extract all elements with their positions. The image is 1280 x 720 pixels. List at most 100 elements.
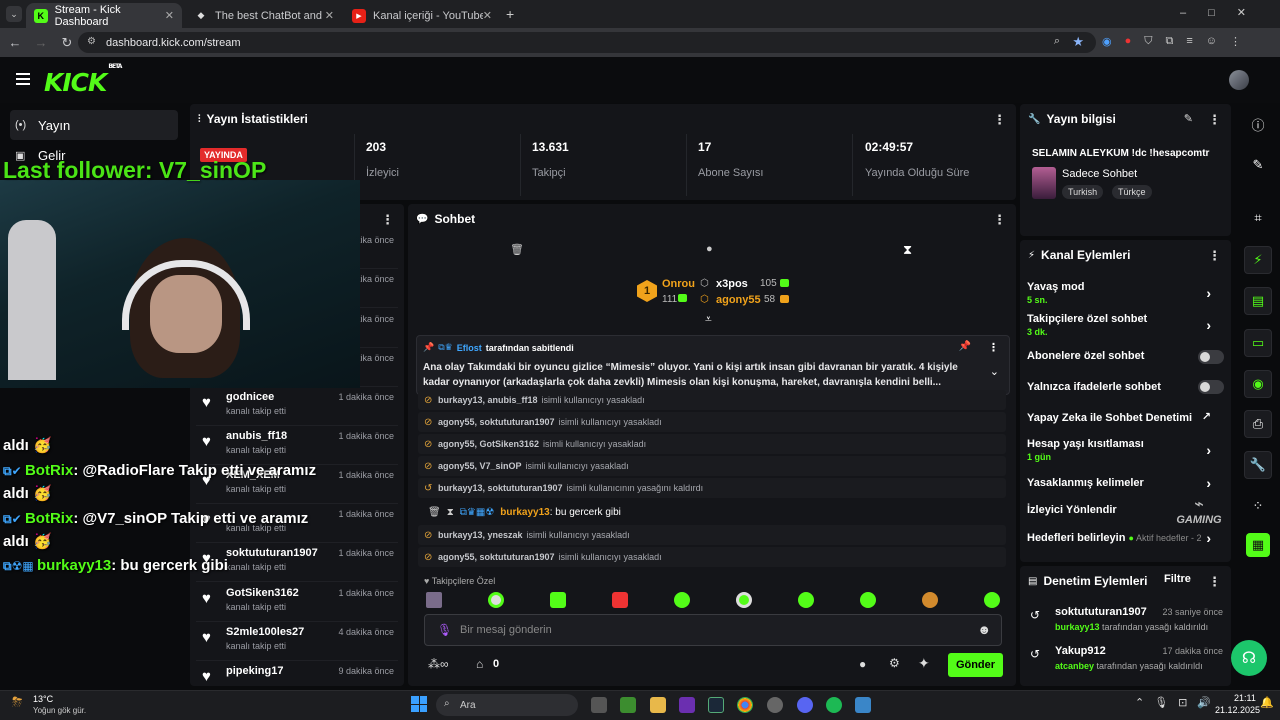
close-tab-icon[interactable]: ✕ xyxy=(325,9,334,22)
dots-icon[interactable]: ⁘ xyxy=(1244,492,1272,520)
follower-name[interactable]: anubis_ff18 xyxy=(226,430,287,442)
minecraft-icon[interactable] xyxy=(620,697,636,713)
chat-icon[interactable]: ▭ xyxy=(1244,329,1272,357)
follower-name[interactable]: godnicee xyxy=(226,391,274,403)
emotes-only-toggle[interactable] xyxy=(1198,380,1224,394)
goals-action[interactable]: Hedefleri belirleyin ● Aktif hedefler - … xyxy=(1027,530,1223,546)
bookmark-star-icon[interactable]: ★ xyxy=(1072,34,1084,50)
extension-icon[interactable]: ● xyxy=(1125,35,1132,48)
emoji-icon[interactable]: ☻ xyxy=(977,622,991,637)
system-tray-icons[interactable]: ⌃🎙⊡🔊 xyxy=(1135,696,1221,709)
follower-name[interactable]: GotSiken3162 xyxy=(226,587,299,599)
emote[interactable] xyxy=(612,592,628,608)
broadcast-icon[interactable]: ◉ xyxy=(1244,370,1272,398)
task-view-icon[interactable] xyxy=(591,697,607,713)
browser-menu-icon[interactable]: ⋮ xyxy=(1230,35,1241,48)
emote[interactable] xyxy=(426,592,442,608)
chat-menu-icon[interactable]: ⋮ xyxy=(993,212,1006,228)
mod-target-user[interactable]: soktututuran1907 xyxy=(1055,606,1147,618)
category-name[interactable]: Sadece Sohbet xyxy=(1062,168,1137,180)
tab-kick-dashboard[interactable]: K Stream - Kick Dashboard ✕ xyxy=(26,3,182,28)
category-thumbnail[interactable] xyxy=(1032,167,1056,199)
bolt-icon[interactable]: ⚡ xyxy=(1244,246,1272,274)
collapse-leaderboard-icon[interactable]: ⩡ xyxy=(705,312,712,327)
nav-item-broadcast[interactable]: (•) Yayın xyxy=(10,110,178,140)
editor-icon[interactable] xyxy=(679,697,695,713)
stats-menu-icon[interactable]: ⋮ xyxy=(993,112,1006,128)
expand-icon[interactable]: ⌄ xyxy=(990,365,999,378)
mod-actor[interactable]: burkayy13 xyxy=(1055,622,1100,632)
chat-input-box[interactable]: 🎙 Bir mesaj gönderin ☻ xyxy=(424,614,1002,646)
document-icon[interactable]: ▤ xyxy=(1244,287,1272,315)
pencil-icon[interactable]: ✎ xyxy=(1244,151,1272,179)
tag-pill[interactable]: Turkish xyxy=(1062,185,1104,199)
ai-moderation-action[interactable]: Yapay Zeka ile Sohbet Denetimi ↗ xyxy=(1027,411,1223,424)
emote[interactable] xyxy=(488,592,504,608)
delete-message-icon[interactable]: 🗑 xyxy=(428,507,441,518)
app-icon[interactable]: ▦ xyxy=(1246,533,1270,557)
steam-icon[interactable] xyxy=(708,697,724,713)
message-user[interactable]: burkayy13 xyxy=(500,507,549,518)
edit-icon[interactable]: ✎ xyxy=(1184,112,1193,125)
followers-only-action[interactable]: Takipçilere özel sohbet 3 dk. › xyxy=(1027,313,1223,337)
info-icon[interactable]: ⓘ xyxy=(1244,110,1272,138)
emote[interactable] xyxy=(798,592,814,608)
pinned-author[interactable]: Eflost xyxy=(457,343,482,353)
pinned-menu-icon[interactable]: ⋮ xyxy=(988,341,999,354)
tab-search-icon[interactable]: ⌄ xyxy=(6,6,22,22)
gear-icon[interactable]: ⚙ xyxy=(889,656,900,670)
banned-words-action[interactable]: Yasaklanmış kelimeler › xyxy=(1027,475,1223,491)
timeout-icon[interactable]: ⧗ xyxy=(447,507,454,518)
tab-youtube-studio[interactable]: ▶ Kanal içeriği - YouTube Studio ✕ xyxy=(344,3,500,28)
tag-pill[interactable]: Türkçe xyxy=(1112,185,1152,199)
chrome-icon[interactable] xyxy=(737,697,753,713)
printer-icon[interactable]: ⎙ xyxy=(1244,410,1272,438)
followers-menu-icon[interactable]: ⋮ xyxy=(381,212,394,228)
emote[interactable] xyxy=(550,592,566,608)
subscribers-only-toggle[interactable] xyxy=(1198,350,1224,364)
tab-chatbot[interactable]: ◆ The best ChatBot and Widgets ✕ xyxy=(186,3,342,28)
kick-logo[interactable]: KICKBETA xyxy=(44,63,122,97)
emote[interactable] xyxy=(984,592,1000,608)
hamburger-menu-icon[interactable] xyxy=(16,73,30,85)
emote[interactable] xyxy=(860,592,876,608)
taskbar-search[interactable]: ⌕ Ara xyxy=(436,694,578,716)
new-tab-icon[interactable]: + xyxy=(506,6,514,22)
extension-icon[interactable]: ◉ xyxy=(1102,35,1112,48)
close-tab-icon[interactable]: ✕ xyxy=(165,9,174,22)
reading-list-icon[interactable]: ≡ xyxy=(1186,35,1192,48)
wrench-icon[interactable]: 🔧 xyxy=(1244,451,1272,479)
window-controls[interactable]: –□✕ xyxy=(1180,6,1268,19)
puzzle-icon[interactable]: ⧉ xyxy=(1166,35,1174,48)
discord-icon[interactable] xyxy=(797,697,813,713)
reload-icon[interactable]: ↻ xyxy=(54,35,80,51)
stream-info-menu-icon[interactable]: ⋮ xyxy=(1208,112,1221,128)
account-age-action[interactable]: Hesap yaşı kısıtlaması 1 gün › xyxy=(1027,438,1223,462)
infinity-points-icon[interactable]: ⁂∞ xyxy=(428,657,449,671)
follower-name[interactable]: soktututuran1907 xyxy=(226,547,318,559)
trash-icon[interactable]: 🗑 xyxy=(510,243,524,256)
profile-icon[interactable]: ☺ xyxy=(1206,35,1217,48)
sparkle-icon[interactable]: ✦ xyxy=(918,655,930,672)
app-icon[interactable] xyxy=(855,697,871,713)
forward-icon[interactable]: → xyxy=(28,35,54,50)
weather-icon[interactable]: ⛈ xyxy=(12,694,22,710)
chat-settings-icon[interactable]: ● xyxy=(859,657,866,671)
shield-extension-icon[interactable]: ⛉ xyxy=(1144,35,1152,48)
emote[interactable] xyxy=(736,592,752,608)
mod-actions-menu-icon[interactable]: ⋮ xyxy=(1208,574,1221,590)
chat-icon[interactable]: ● xyxy=(706,243,713,255)
unpin-icon[interactable]: 📌 xyxy=(959,341,971,352)
file-explorer-icon[interactable] xyxy=(650,697,666,713)
channel-actions-menu-icon[interactable]: ⋮ xyxy=(1208,248,1221,264)
user-avatar[interactable] xyxy=(1229,70,1249,90)
windows-start-icon[interactable] xyxy=(411,696,427,712)
follower-name[interactable]: pipeking17 xyxy=(226,665,283,677)
follower-name[interactable]: S2mle100les27 xyxy=(226,626,304,638)
capture-icon[interactable]: ⌗ xyxy=(1244,204,1272,232)
spotify-icon[interactable] xyxy=(826,697,842,713)
support-headset-icon[interactable]: ☊ xyxy=(1231,640,1267,676)
mod-actor[interactable]: atcanbey xyxy=(1055,661,1094,671)
send-button[interactable]: Gönder xyxy=(948,653,1003,677)
app-icon[interactable] xyxy=(767,697,783,713)
